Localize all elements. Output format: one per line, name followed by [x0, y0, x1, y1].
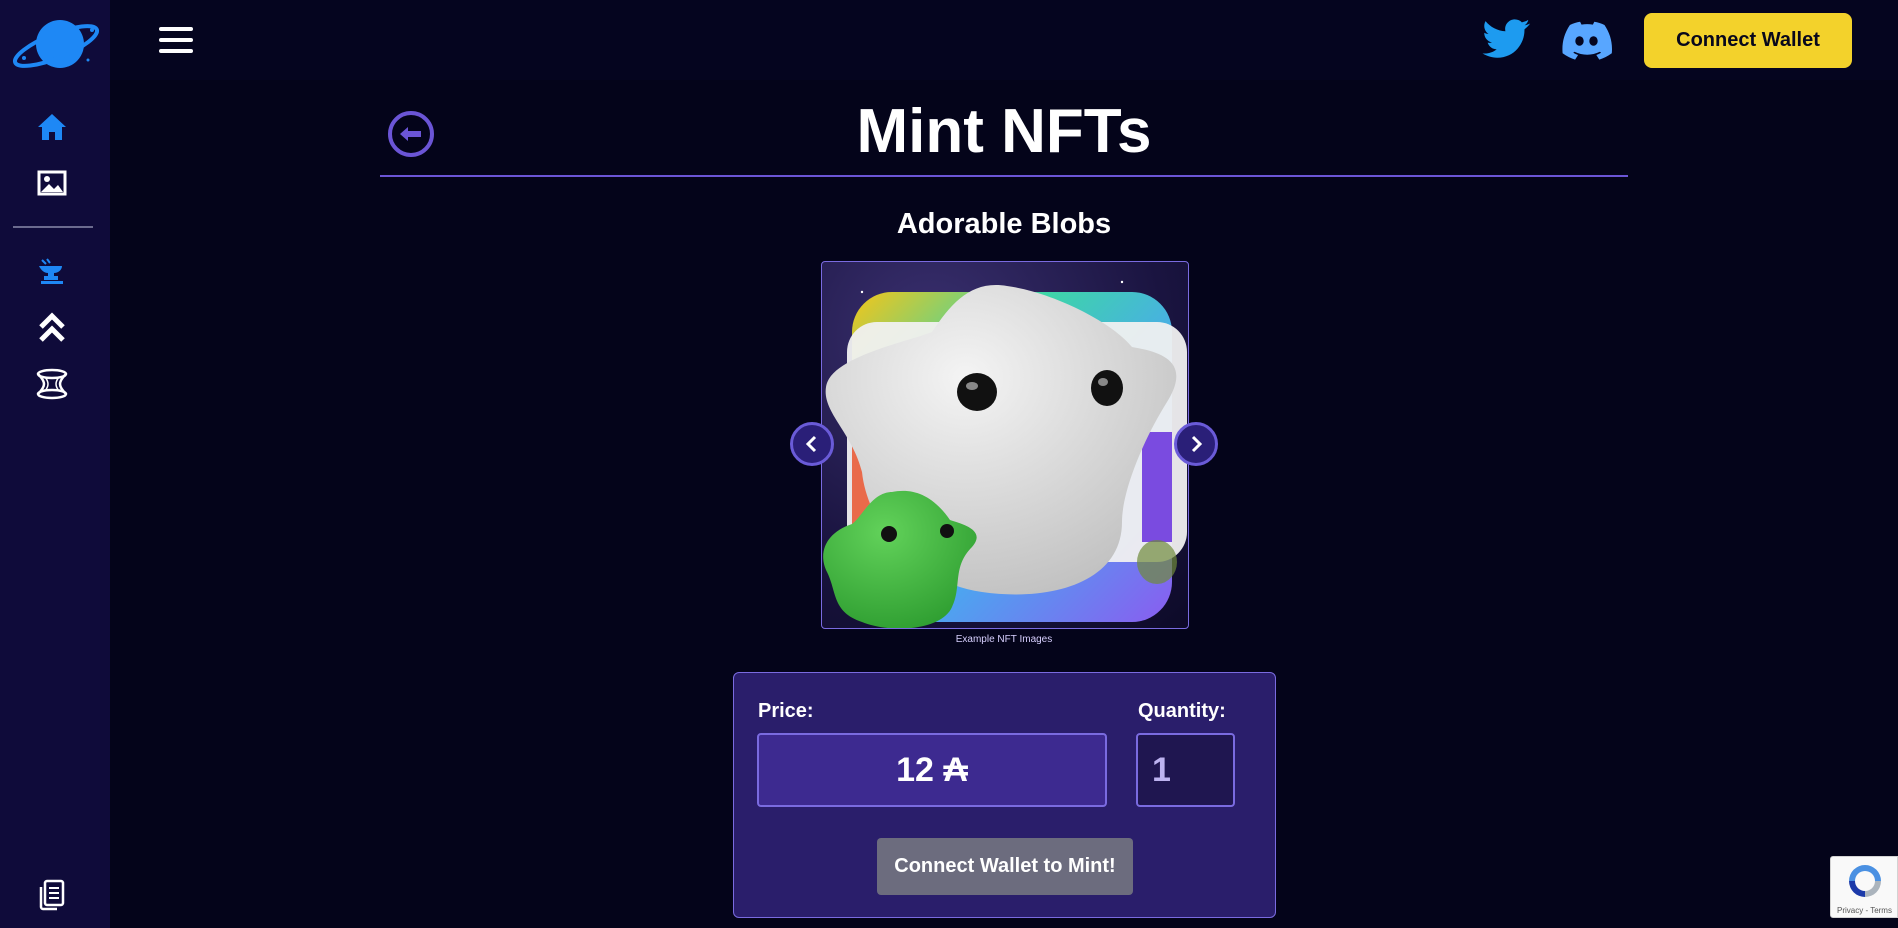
price-display: 12 ₳: [757, 733, 1107, 807]
documents-icon: [39, 879, 65, 911]
wormhole-icon: [36, 368, 68, 400]
anvil-icon: [39, 258, 63, 284]
sidebar-item-docs[interactable]: [36, 879, 68, 911]
quantity-label: Quantity:: [1138, 700, 1226, 722]
home-icon: [38, 114, 66, 140]
chevron-left-icon: [805, 435, 817, 453]
quantity-input[interactable]: [1136, 733, 1235, 807]
title-divider: [380, 175, 1628, 177]
menu-icon[interactable]: [158, 24, 194, 56]
mint-button[interactable]: Connect Wallet to Mint!: [877, 838, 1133, 895]
gallery-prev-button[interactable]: [790, 422, 834, 466]
gallery-next-button[interactable]: [1174, 422, 1218, 466]
recaptcha-badge[interactable]: Privacy - Terms: [1830, 856, 1898, 918]
gallery-caption: Example NFT Images: [955, 634, 1053, 645]
sidebar-item-gallery[interactable]: [36, 167, 68, 199]
image-icon: [37, 170, 67, 196]
discord-icon[interactable]: [1562, 18, 1612, 62]
top-bar: [110, 0, 1898, 80]
planet-logo-icon[interactable]: [8, 14, 100, 74]
recaptcha-icon: [1849, 865, 1881, 897]
sidebar-item-upgrade[interactable]: [36, 312, 68, 344]
sidebar-divider: [13, 226, 93, 228]
sidebar-item-wormhole[interactable]: [36, 368, 68, 400]
twitter-icon[interactable]: [1482, 18, 1532, 62]
chevron-right-icon: [1191, 435, 1203, 453]
chevrons-up-icon: [39, 312, 65, 342]
collection-name: Adorable Blobs: [896, 208, 1112, 240]
nft-image-gallery[interactable]: [821, 261, 1189, 629]
nft-preview-image: [823, 280, 1187, 628]
sidebar: [0, 0, 110, 928]
sidebar-item-home[interactable]: [36, 111, 68, 143]
recaptcha-footer[interactable]: Privacy - Terms: [1837, 906, 1892, 915]
connect-wallet-button[interactable]: Connect Wallet: [1644, 13, 1852, 68]
price-label: Price:: [758, 700, 814, 722]
sidebar-item-forge[interactable]: [36, 255, 68, 287]
page-title: Mint NFTs: [856, 97, 1152, 166]
